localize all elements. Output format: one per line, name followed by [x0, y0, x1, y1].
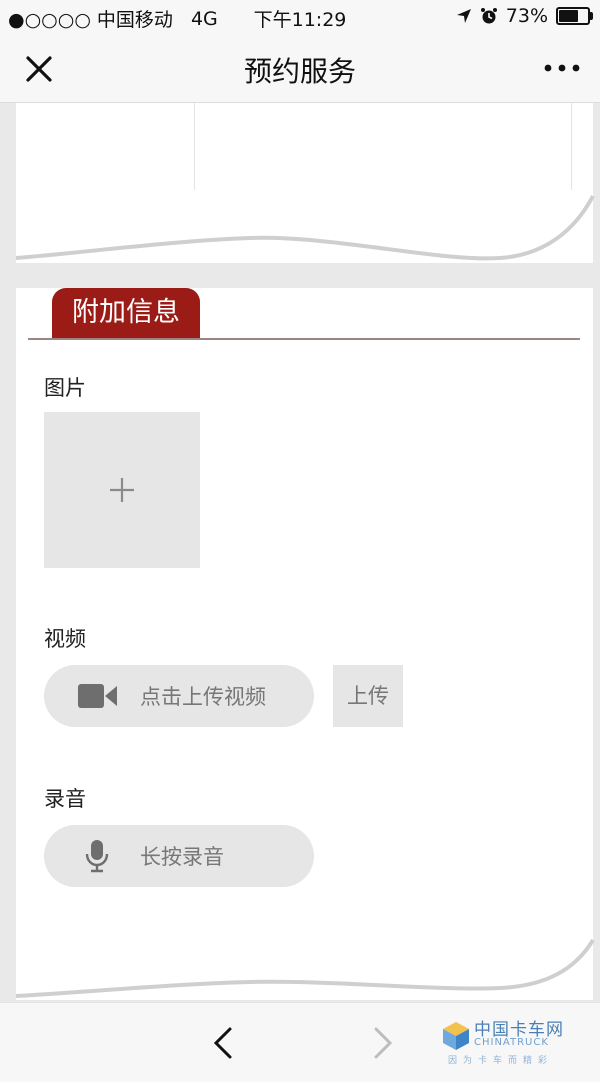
battery-percent: 73% — [505, 5, 548, 27]
upload-button[interactable]: 上传 — [333, 665, 403, 727]
forward-arrow-icon[interactable] — [368, 1025, 398, 1061]
photo-label: 图片 — [44, 376, 86, 400]
section-divider — [28, 338, 580, 340]
location-arrow-icon — [456, 9, 471, 23]
wave-divider-bottom — [15, 930, 595, 998]
audio-label: 录音 — [44, 787, 86, 811]
page-title: 预约服务 — [243, 55, 356, 88]
video-label: 视频 — [44, 627, 86, 651]
microphone-icon — [85, 840, 109, 873]
notes-textarea[interactable] — [194, 103, 572, 196]
upload-video-button[interactable]: 点击上传视频 — [44, 665, 314, 727]
record-audio-placeholder: 长按录音 — [140, 845, 224, 869]
battery-icon — [556, 7, 593, 25]
watermark-tagline: 因为卡车而精彩 — [448, 1056, 554, 1066]
plus-icon — [110, 478, 134, 502]
status-bar: ●○○○○ 中国移动 4G 下午11:29 73% — [0, 0, 600, 34]
status-right: 73% — [456, 5, 593, 27]
cube-logo-icon — [443, 1022, 469, 1050]
video-camera-icon — [78, 684, 117, 708]
add-photo-button[interactable] — [44, 412, 200, 568]
watermark-latin: CHINATRUCK — [474, 1037, 549, 1048]
battery-fill — [559, 10, 578, 22]
additional-info-card: 附加信息 图片 视频 点击上传视频 上传 录音 长按录音 — [16, 288, 593, 1000]
more-icon[interactable] — [542, 56, 582, 80]
record-audio-button[interactable]: 长按录音 — [44, 825, 314, 887]
nav-bar: 预约服务 — [0, 34, 600, 103]
alarm-icon — [480, 8, 497, 24]
back-arrow-icon[interactable] — [208, 1025, 238, 1061]
wave-divider-top — [15, 190, 595, 261]
bottom-toolbar: 中国卡车网 CHINATRUCK 因为卡车而精彩 — [0, 1002, 600, 1082]
section-tab-additional-info: 附加信息 — [52, 288, 200, 338]
upload-video-placeholder: 点击上传视频 — [140, 685, 266, 709]
watermark-logo: 中国卡车网 CHINATRUCK 因为卡车而精彩 — [442, 1013, 592, 1069]
